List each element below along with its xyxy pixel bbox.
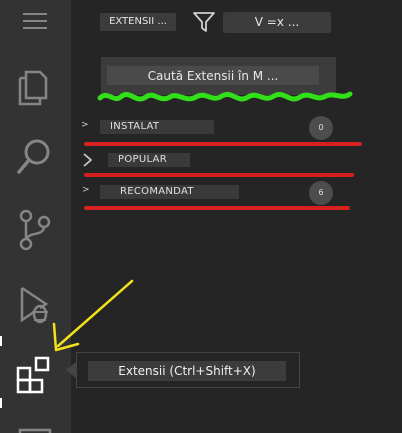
section-underline-annotation (84, 206, 350, 210)
chevron-right-icon (83, 153, 93, 167)
remote-explorer-button[interactable] (0, 418, 71, 433)
section-recommended-label: RECOMANDAT (100, 185, 239, 199)
section-underline-annotation (84, 173, 354, 177)
recommended-count-badge: 6 (309, 181, 333, 205)
extensions-tooltip: Extensii (Ctrl+Shift+X) (76, 352, 300, 388)
sidebar-title: EXTENSII ... (100, 13, 176, 31)
search-extensions-input[interactable] (107, 66, 319, 85)
source-control-icon (19, 209, 51, 251)
section-recommended[interactable]: > RECOMANDAT 6 (74, 181, 364, 207)
installed-count-badge: 0 (309, 116, 333, 140)
section-installed[interactable]: > INSTALAT 0 (74, 116, 364, 142)
search-highlight-annotation (97, 91, 353, 102)
remote-explorer-icon (18, 428, 52, 433)
tooltip-pointer (66, 362, 76, 378)
search-icon (17, 139, 50, 174)
views-menu-button[interactable]: V =x ... (223, 12, 331, 33)
source-control-button[interactable] (0, 200, 71, 252)
arrow-annotation (52, 279, 134, 352)
activity-bar (0, 0, 71, 433)
menu-icon (23, 13, 47, 29)
run-debug-icon (20, 286, 49, 324)
chevron-right-icon: > (81, 120, 89, 130)
search-button[interactable] (0, 128, 71, 180)
section-underline-annotation (84, 142, 362, 146)
menu-button[interactable] (0, 0, 71, 44)
tooltip-text: Extensii (Ctrl+Shift+X) (88, 361, 286, 381)
section-popular-label: POPULAR (108, 153, 190, 167)
explorer-button[interactable] (0, 58, 71, 110)
section-installed-label: INSTALAT (100, 120, 214, 134)
filter-icon[interactable] (192, 11, 216, 33)
chevron-right-icon: > (82, 185, 90, 195)
extensions-icon (16, 356, 50, 394)
files-icon (18, 70, 48, 106)
